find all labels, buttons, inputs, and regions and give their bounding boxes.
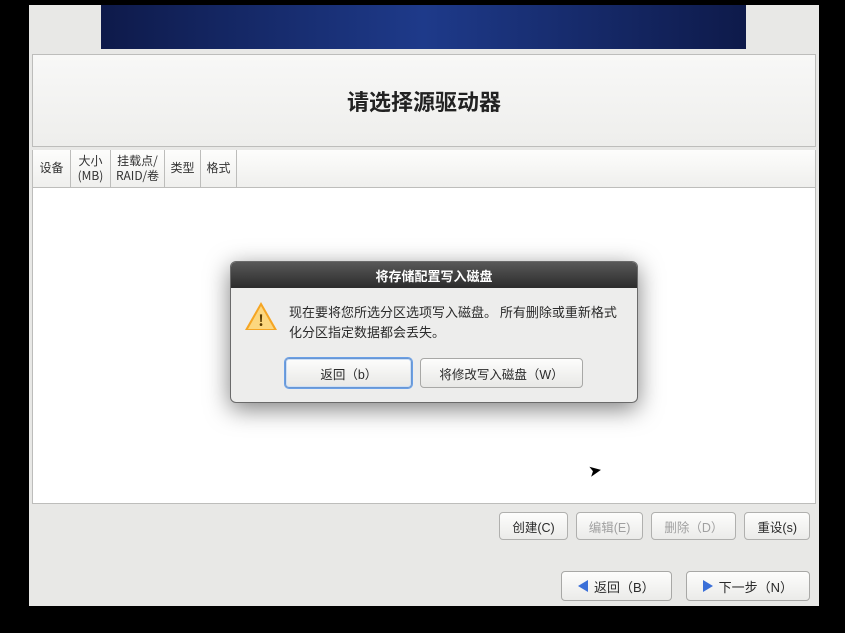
col-device[interactable]: 设备: [33, 150, 71, 187]
dialog-message: 现在要将您所选分区选项写入磁盘。 所有删除或重新格式化分区指定数据都会丢失。: [289, 302, 621, 342]
dialog-back-button[interactable]: 返回（b）: [285, 358, 412, 388]
col-type[interactable]: 类型: [165, 150, 201, 187]
dialog-body: ! 现在要将您所选分区选项写入磁盘。 所有删除或重新格式化分区指定数据都会丢失。: [231, 288, 637, 352]
warning-icon: !: [245, 302, 277, 330]
header-panel: 请选择源驱动器: [32, 54, 816, 147]
brand-band: [101, 5, 746, 49]
dialog-title: 将存储配置写入磁盘: [231, 262, 637, 288]
back-label: 返回（B）: [594, 577, 655, 596]
wizard-nav: 返回（B） 下一步（N）: [32, 567, 816, 605]
col-mount[interactable]: 挂载点/ RAID/卷: [111, 150, 165, 187]
col-size[interactable]: 大小 (MB): [71, 150, 111, 187]
reset-button[interactable]: 重设(s): [744, 512, 810, 540]
partition-table-header: 设备 大小 (MB) 挂载点/ RAID/卷 类型 格式: [32, 150, 816, 188]
edit-button: 编辑(E): [576, 512, 644, 540]
arrow-right-icon: [703, 580, 713, 592]
delete-button: 删除（D）: [651, 512, 736, 540]
dialog-write-button[interactable]: 将修改写入磁盘（W）: [420, 358, 582, 388]
create-button[interactable]: 创建(C): [499, 512, 567, 540]
dialog-buttons: 返回（b） 将修改写入磁盘（W）: [231, 352, 637, 402]
confirm-dialog: 将存储配置写入磁盘 ! 现在要将您所选分区选项写入磁盘。 所有删除或重新格式化分…: [230, 261, 638, 403]
col-format[interactable]: 格式: [201, 150, 237, 187]
page-title: 请选择源驱动器: [347, 85, 501, 117]
back-button[interactable]: 返回（B）: [561, 571, 672, 601]
next-label: 下一步（N）: [719, 577, 793, 596]
partition-actions: 创建(C) 编辑(E) 删除（D） 重设(s): [32, 507, 816, 545]
col-spacer: [237, 150, 815, 187]
next-button[interactable]: 下一步（N）: [686, 571, 810, 601]
arrow-left-icon: [578, 580, 588, 592]
